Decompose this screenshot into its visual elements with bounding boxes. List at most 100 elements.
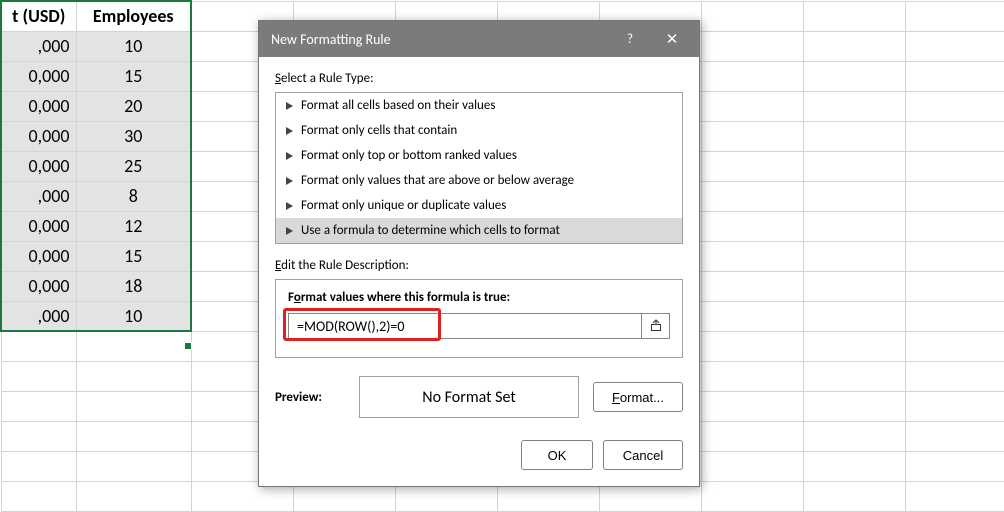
cell-empty[interactable] <box>905 121 1004 151</box>
cell-usd[interactable]: 0,000 <box>1 151 76 181</box>
cell-empty[interactable] <box>701 451 803 481</box>
cell-empty[interactable] <box>905 241 1004 271</box>
cell-empty[interactable] <box>803 481 905 511</box>
column-header-b[interactable]: Employees <box>76 1 191 31</box>
cell-employees[interactable]: 30 <box>76 121 191 151</box>
dialog-titlebar[interactable]: New Formatting Rule ? ✕ <box>259 21 699 57</box>
cell-empty[interactable] <box>905 271 1004 301</box>
cell-empty[interactable] <box>905 91 1004 121</box>
column-header-a[interactable]: t (USD) <box>1 1 76 31</box>
cell-empty[interactable] <box>701 181 803 211</box>
cell-empty[interactable] <box>803 211 905 241</box>
cell-usd[interactable]: 0,000 <box>1 241 76 271</box>
cell-empty[interactable] <box>76 391 191 421</box>
cell-empty[interactable] <box>1 331 76 361</box>
close-button[interactable]: ✕ <box>651 21 693 57</box>
cell-empty[interactable] <box>701 331 803 361</box>
cell-empty[interactable] <box>905 181 1004 211</box>
cell-empty[interactable] <box>803 91 905 121</box>
cell-usd[interactable]: ,000 <box>1 301 76 331</box>
cell-empty[interactable] <box>803 421 905 451</box>
cell-empty[interactable] <box>803 151 905 181</box>
cell-empty[interactable] <box>701 211 803 241</box>
cell-empty[interactable] <box>1 481 76 511</box>
cell-empty[interactable] <box>803 181 905 211</box>
cell-empty[interactable] <box>905 301 1004 331</box>
cell-empty[interactable] <box>803 301 905 331</box>
cell-empty[interactable] <box>76 421 191 451</box>
cell-empty[interactable] <box>905 61 1004 91</box>
rule-type-item[interactable]: Format only values that are above or bel… <box>276 168 682 193</box>
cell-empty[interactable] <box>905 451 1004 481</box>
cell-empty[interactable] <box>803 271 905 301</box>
cell-empty[interactable] <box>76 451 191 481</box>
cell-employees[interactable]: 15 <box>76 61 191 91</box>
cell-empty[interactable] <box>76 361 191 391</box>
cell-usd[interactable]: 0,000 <box>1 91 76 121</box>
cell-usd[interactable]: ,000 <box>1 181 76 211</box>
rule-type-item[interactable]: Format all cells based on their values <box>276 93 682 118</box>
help-button[interactable]: ? <box>609 21 651 57</box>
cell-empty[interactable] <box>905 31 1004 61</box>
rule-type-item[interactable]: Use a formula to determine which cells t… <box>276 218 682 243</box>
cell-empty[interactable] <box>803 1 905 31</box>
cell-empty[interactable] <box>701 391 803 421</box>
cell-empty[interactable] <box>905 421 1004 451</box>
cell-empty[interactable] <box>803 241 905 271</box>
cell-usd[interactable]: 0,000 <box>1 121 76 151</box>
cell-empty[interactable] <box>76 331 191 361</box>
rule-type-item[interactable]: Format only cells that contain <box>276 118 682 143</box>
cell-empty[interactable] <box>701 301 803 331</box>
cell-usd[interactable]: 0,000 <box>1 61 76 91</box>
cell-empty[interactable] <box>1 451 76 481</box>
cell-empty[interactable] <box>905 481 1004 511</box>
format-button[interactable]: Format... <box>593 382 683 412</box>
cell-empty[interactable] <box>905 331 1004 361</box>
rule-type-item[interactable]: Format only top or bottom ranked values <box>276 143 682 168</box>
cell-empty[interactable] <box>905 391 1004 421</box>
cell-empty[interactable] <box>905 361 1004 391</box>
cell-usd[interactable]: 0,000 <box>1 211 76 241</box>
cell-empty[interactable] <box>1 361 76 391</box>
cell-empty[interactable] <box>803 121 905 151</box>
cell-employees[interactable]: 18 <box>76 271 191 301</box>
cell-empty[interactable] <box>701 1 803 31</box>
cell-empty[interactable] <box>803 391 905 421</box>
fill-handle[interactable] <box>184 342 192 350</box>
cell-empty[interactable] <box>701 481 803 511</box>
ok-button[interactable]: OK <box>521 440 593 470</box>
cell-empty[interactable] <box>701 121 803 151</box>
cell-empty[interactable] <box>701 31 803 61</box>
cell-employees[interactable]: 10 <box>76 31 191 61</box>
cell-employees[interactable]: 12 <box>76 211 191 241</box>
cell-empty[interactable] <box>803 31 905 61</box>
formula-input[interactable] <box>288 313 642 339</box>
cancel-button[interactable]: Cancel <box>603 440 683 470</box>
cell-empty[interactable] <box>905 1 1004 31</box>
cell-empty[interactable] <box>701 361 803 391</box>
cell-empty[interactable] <box>701 241 803 271</box>
rule-type-item[interactable]: Format only unique or duplicate values <box>276 193 682 218</box>
cell-empty[interactable] <box>905 211 1004 241</box>
collapse-dialog-button[interactable] <box>642 313 670 339</box>
cell-empty[interactable] <box>701 151 803 181</box>
cell-empty[interactable] <box>701 61 803 91</box>
cell-empty[interactable] <box>1 421 76 451</box>
cell-empty[interactable] <box>803 451 905 481</box>
cell-usd[interactable]: ,000 <box>1 31 76 61</box>
rule-type-list[interactable]: Format all cells based on their valuesFo… <box>275 92 683 244</box>
cell-usd[interactable]: 0,000 <box>1 271 76 301</box>
cell-empty[interactable] <box>803 61 905 91</box>
cell-employees[interactable]: 8 <box>76 181 191 211</box>
cell-empty[interactable] <box>701 421 803 451</box>
cell-employees[interactable]: 15 <box>76 241 191 271</box>
cell-empty[interactable] <box>1 391 76 421</box>
cell-empty[interactable] <box>905 151 1004 181</box>
cell-employees[interactable]: 20 <box>76 91 191 121</box>
cell-empty[interactable] <box>701 271 803 301</box>
cell-empty[interactable] <box>803 331 905 361</box>
cell-employees[interactable]: 10 <box>76 301 191 331</box>
cell-employees[interactable]: 25 <box>76 151 191 181</box>
cell-empty[interactable] <box>76 481 191 511</box>
cell-empty[interactable] <box>803 361 905 391</box>
